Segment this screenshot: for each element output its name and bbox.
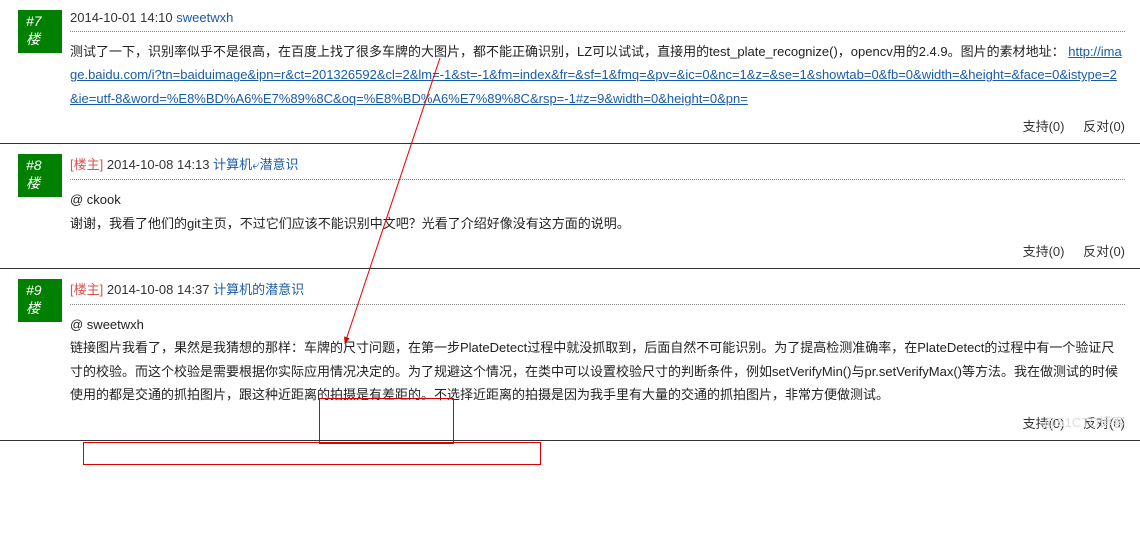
post-meta: 楼主 2014-10-08 14:13 计算机⤶潜意识 (70, 154, 1125, 180)
mention: @ sweetwxh (70, 313, 1125, 336)
content-column: 楼主 2014-10-08 14:13 计算机⤶潜意识 @ ckook 谢谢，我… (70, 154, 1140, 260)
floor-badge: #9楼 (18, 279, 62, 322)
comment-post: #8楼 楼主 2014-10-08 14:13 计算机⤶潜意识 @ ckook … (0, 144, 1140, 269)
comment-post: #7楼 2014-10-01 14:10 sweetwxh 测试了一下，识别率似… (0, 0, 1140, 144)
post-meta: 2014-10-01 14:10 sweetwxh (70, 10, 1125, 32)
annotation-box (83, 442, 541, 465)
content-column: 楼主 2014-10-08 14:37 计算机的潜意识 @ sweetwxh 链… (70, 279, 1140, 432)
owner-tag: 楼主 (70, 157, 107, 172)
post-body: @ sweetwxh 链接图片我看了，果然是我猜想的那样：车牌的尺寸问题，在第一… (70, 313, 1125, 407)
author-link[interactable]: 计算机的潜意识 (213, 282, 304, 297)
cursor-icon: ⤶ (252, 157, 259, 173)
post-body: 测试了一下，识别率似乎不是很高，在百度上找了很多车牌的大图片，都不能正确识别，L… (70, 40, 1125, 110)
floor-column: #9楼 (0, 279, 70, 432)
author-link[interactable]: sweetwxh (176, 10, 233, 25)
oppose-button[interactable]: 反对(0) (1083, 119, 1125, 134)
post-body: @ ckook 谢谢，我看了他们的git主页，不过它们应该不能识别中文吧？光看了… (70, 188, 1125, 235)
floor-column: #8楼 (0, 154, 70, 260)
post-actions: 支持(0) 反对(0) (70, 116, 1125, 135)
floor-badge: #7楼 (18, 10, 62, 53)
floor-badge: #8楼 (18, 154, 62, 197)
post-date: 2014-10-01 14:10 (70, 10, 173, 25)
watermark: @51CTO博客 (1044, 412, 1125, 431)
body-text: 谢谢，我看了他们的git主页，不过它们应该不能识别中文吧？光看了介绍好像没有这方… (70, 212, 1125, 235)
comment-post: #9楼 楼主 2014-10-08 14:37 计算机的潜意识 @ sweetw… (0, 269, 1140, 441)
mention: @ ckook (70, 188, 1125, 211)
post-date: 2014-10-08 14:13 (107, 157, 210, 172)
body-text: 测试了一下，识别率似乎不是很高，在百度上找了很多车牌的大图片，都不能正确识别，L… (70, 44, 1065, 59)
author-link[interactable]: 计算机⤶潜意识 (213, 157, 298, 172)
post-actions: 支持(0) 反对(0) (70, 241, 1125, 260)
post-actions: 支持(0) 反对(0) (70, 413, 1125, 432)
support-button[interactable]: 支持(0) (1023, 244, 1065, 259)
post-date: 2014-10-08 14:37 (107, 282, 210, 297)
floor-column: #7楼 (0, 10, 70, 135)
support-button[interactable]: 支持(0) (1023, 119, 1065, 134)
oppose-button[interactable]: 反对(0) (1083, 244, 1125, 259)
post-meta: 楼主 2014-10-08 14:37 计算机的潜意识 (70, 279, 1125, 305)
body-text: 链接图片我看了，果然是我猜想的那样：车牌的尺寸问题，在第一步PlateDetec… (70, 336, 1125, 406)
content-column: 2014-10-01 14:10 sweetwxh 测试了一下，识别率似乎不是很… (70, 10, 1140, 135)
owner-tag: 楼主 (70, 282, 107, 297)
